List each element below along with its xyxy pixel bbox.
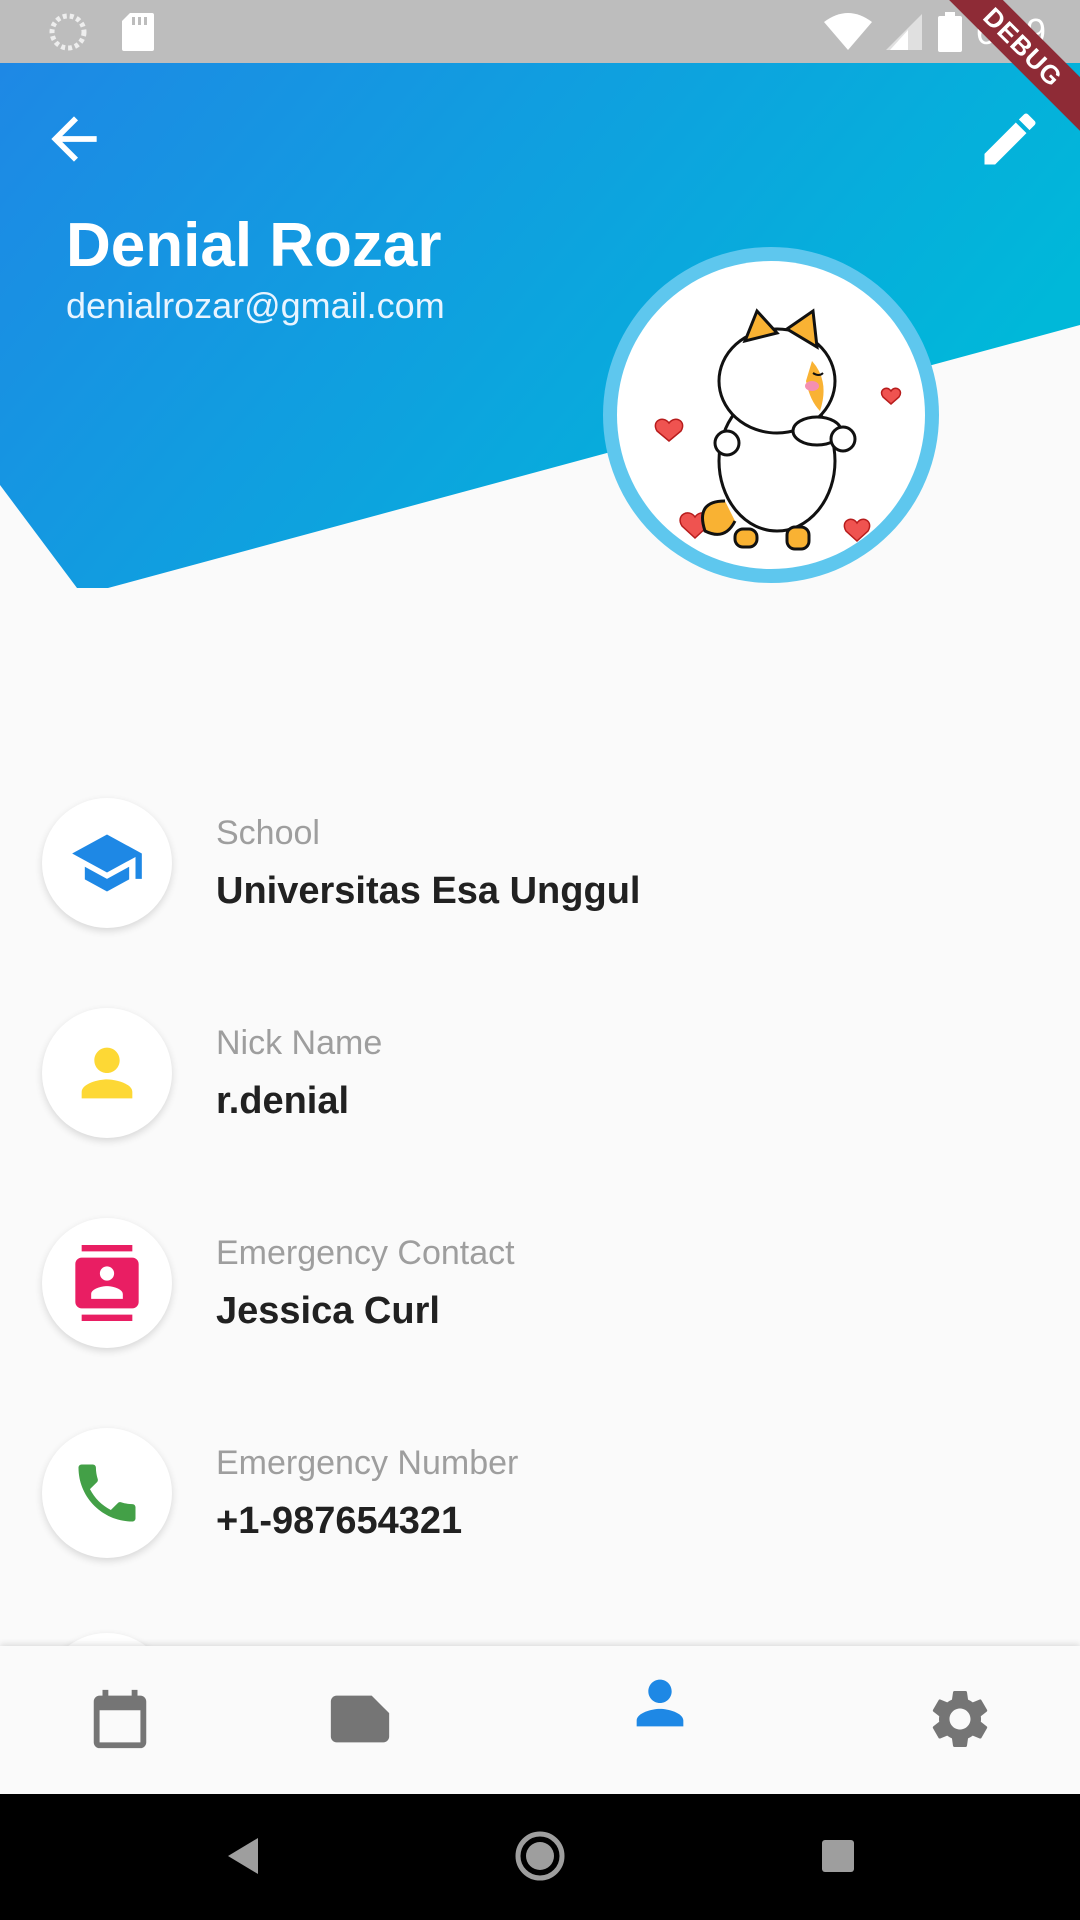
info-item-emergency-number: Emergency Number +1-987654321	[0, 1420, 1080, 1560]
info-label: Emergency Number	[216, 1444, 519, 1482]
cell-signal-icon	[885, 13, 922, 50]
info-label: School	[216, 814, 320, 852]
profile-email: denialrozar@gmail.com	[66, 285, 445, 326]
phone-icon	[78, 1464, 136, 1522]
home-circle-icon	[515, 1831, 565, 1881]
nav-item-profile[interactable]	[625, 1668, 695, 1738]
avatar[interactable]	[617, 261, 925, 569]
pencil-icon	[984, 113, 1036, 165]
person-icon	[636, 1679, 684, 1727]
wifi-icon	[823, 12, 872, 50]
sd-card-icon	[122, 13, 154, 51]
info-value: Jessica Curl	[216, 1290, 440, 1332]
profile-name: Denial Rozar	[66, 211, 442, 280]
nav-item-notes[interactable]	[325, 1684, 395, 1754]
info-value: Universitas Esa Unggul	[216, 870, 641, 912]
cat-illustration	[654, 308, 902, 551]
calendar-icon	[93, 1689, 147, 1749]
recents-square-icon	[822, 1840, 854, 1872]
school-icon	[72, 834, 142, 892]
settings-icon	[932, 1690, 988, 1747]
info-label: Emergency Contact	[216, 1234, 515, 1272]
edit-button[interactable]	[976, 105, 1044, 173]
system-home-button[interactable]	[510, 1826, 570, 1886]
sync-icon	[49, 13, 87, 51]
system-recents-button[interactable]	[808, 1826, 868, 1886]
battery-icon	[937, 11, 962, 52]
person-icon	[81, 1047, 133, 1099]
info-label: Nick Name	[216, 1024, 383, 1062]
icon-circle	[42, 1008, 172, 1138]
note-icon	[330, 1695, 390, 1743]
nav-item-calendar[interactable]	[85, 1684, 155, 1754]
info-item-emergency-contact: Emergency Contact Jessica Curl	[0, 1210, 1080, 1350]
info-value: +1-987654321	[216, 1500, 463, 1542]
back-button[interactable]	[40, 105, 108, 173]
back-triangle-icon	[228, 1838, 258, 1874]
bottom-navigation	[0, 1646, 1080, 1794]
status-bar: 6:49	[0, 0, 1080, 63]
contact-card-icon	[75, 1245, 139, 1321]
nav-item-settings[interactable]	[925, 1684, 995, 1754]
info-item-school: School Universitas Esa Unggul	[0, 790, 1080, 930]
icon-circle	[42, 1218, 172, 1348]
system-navigation-bar	[0, 1794, 1080, 1920]
info-value: r.denial	[216, 1080, 350, 1122]
icon-circle	[42, 1428, 172, 1558]
icon-circle	[42, 798, 172, 928]
arrow-back-icon	[51, 116, 97, 162]
info-item-nick-name: Nick Name r.denial	[0, 1000, 1080, 1140]
system-back-button[interactable]	[212, 1826, 272, 1886]
